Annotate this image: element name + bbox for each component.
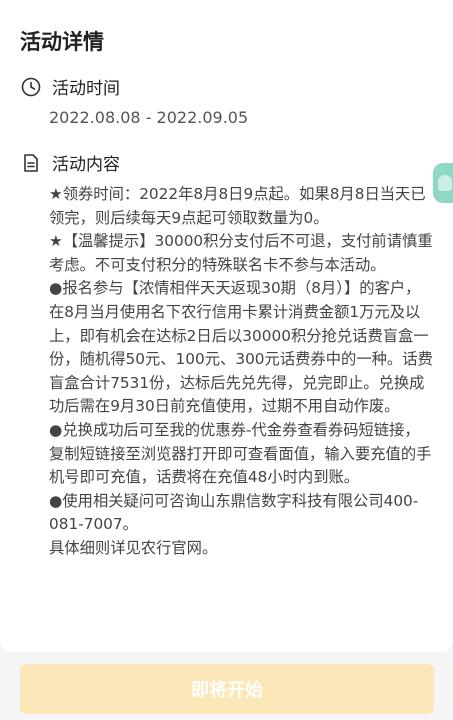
content-section-header: 活动内容 [20,150,120,175]
activity-content: ★领券时间：2022年8月8日9点起。如果8月8日当天已领完，则后续每天9点起可… [49,183,434,561]
content-paragraph: ★领券时间：2022年8月8日9点起。如果8月8日当天已领完，则后续每天9点起可… [49,185,426,227]
floating-assistant-tab[interactable] [433,163,453,203]
clock-icon [20,76,42,98]
content-paragraph: ●兑换成功后可至我的优惠券-代金券查看券码短链接，复制短链接至浏览器打开即可查看… [49,420,432,487]
assistant-avatar-icon [438,175,452,191]
document-icon [20,152,42,174]
detail-card: 活动详情 活动时间 2022.08.08 - 2022.09.05 活动内容 ★… [0,0,453,652]
content-paragraph: ★【温馨提示】30000积分支付后不可退，支付前请慎重考虑。不可支付积分的特殊联… [49,232,433,274]
time-section-label: 活动时间 [52,79,120,99]
content-section-label: 活动内容 [52,155,120,175]
content-paragraph: ●报名参与【浓情相伴天天返现30期（8月）】的客户，在8月当月使用名下农行信用卡… [49,279,433,416]
time-section-header: 活动时间 [20,74,120,99]
start-button[interactable]: 即将开始 [20,664,434,714]
page-title: 活动详情 [20,30,104,54]
activity-date-range: 2022.08.08 - 2022.09.05 [49,108,249,127]
content-paragraph: 具体细则详见农行官网。 [49,538,218,557]
content-paragraph: ●使用相关疑问可咨询山东鼎信数字科技有限公司400-081-7007。 [49,491,419,534]
